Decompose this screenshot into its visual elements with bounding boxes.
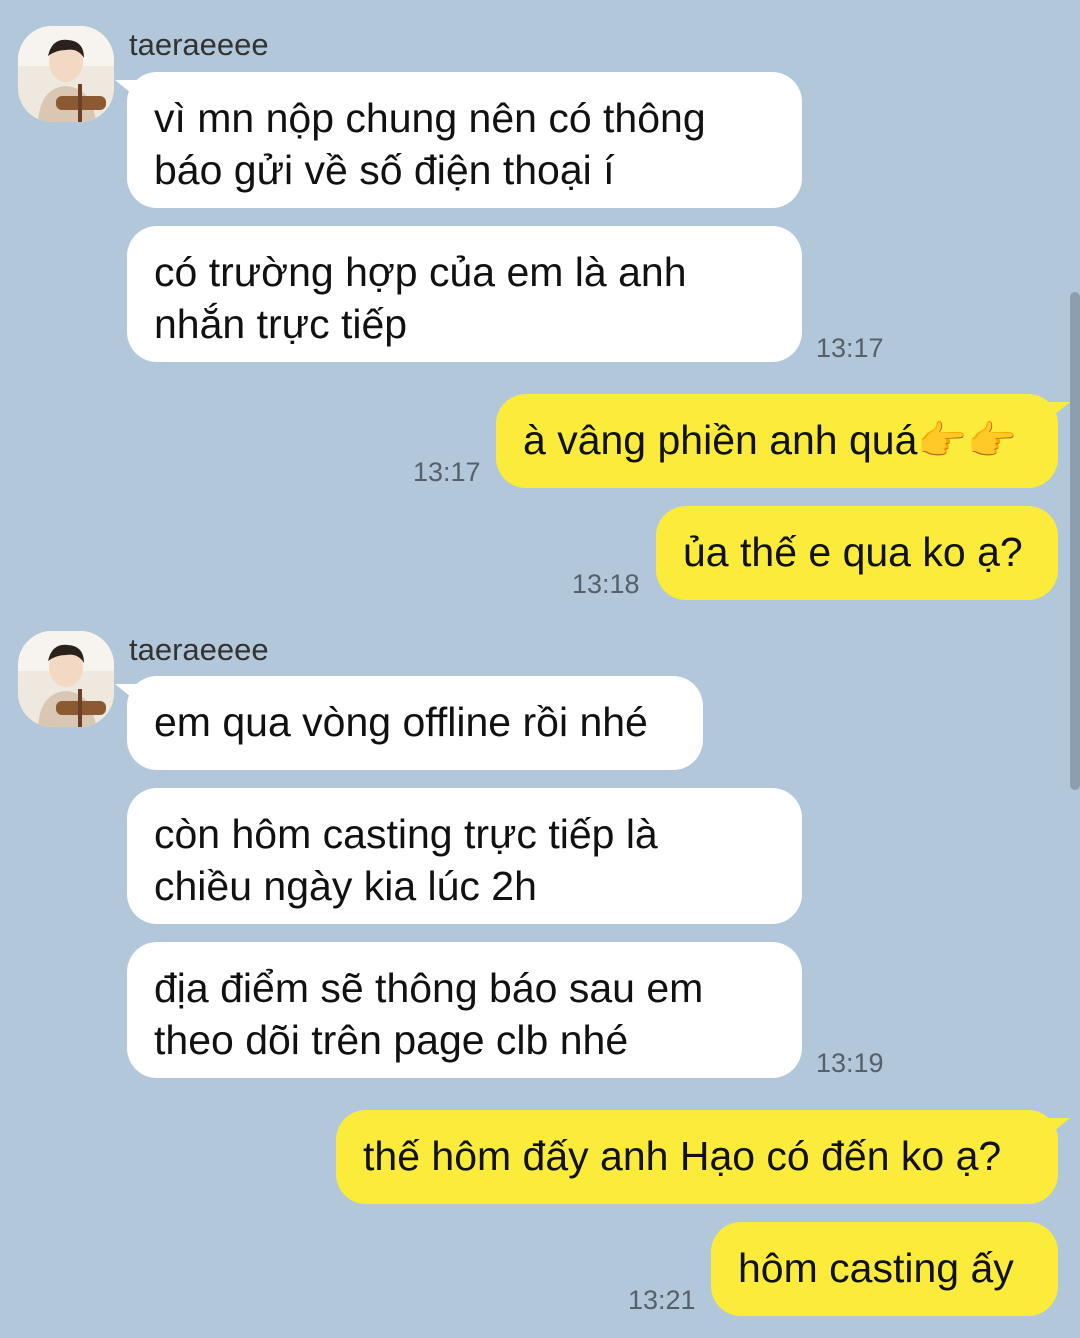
avatar-photo bbox=[18, 631, 114, 727]
sender-name: taeraeeee bbox=[129, 632, 269, 667]
message-timestamp: 13:19 bbox=[816, 1048, 884, 1078]
message-bubble-outgoing[interactable]: hôm casting ấy bbox=[711, 1222, 1058, 1316]
message-bubble-incoming[interactable]: vì mn nộp chung nên có thông báo gửi về … bbox=[115, 72, 802, 208]
message-timestamp: 13:17 bbox=[816, 333, 884, 363]
message-line: còn hôm casting trực tiếp là bbox=[154, 811, 658, 857]
message-text: thế hôm đấy anh Hạo có đến ko ạ? bbox=[363, 1133, 1002, 1179]
avatar[interactable] bbox=[18, 26, 114, 122]
message-bubble-outgoing[interactable]: thế hôm đấy anh Hạo có đến ko ạ? bbox=[336, 1110, 1070, 1204]
message-bubble-incoming[interactable]: em qua vòng offline rồi nhé bbox=[115, 676, 703, 770]
message-timestamp: 13:18 bbox=[572, 569, 640, 599]
message-timestamp: 13:21 bbox=[628, 1285, 696, 1315]
message-line: địa điểm sẽ thông báo sau em bbox=[154, 965, 704, 1011]
sender-name: taeraeeee bbox=[129, 27, 269, 62]
message-line: nhắn trực tiếp bbox=[154, 301, 408, 347]
message-line: em qua vòng offline rồi nhé bbox=[154, 699, 648, 745]
message-bubble-outgoing[interactable]: ủa thế e qua ko ạ? bbox=[656, 506, 1058, 600]
pointing-hand-emoji: 👉👉 bbox=[917, 419, 1018, 463]
message-line: vì mn nộp chung nên có thông bbox=[154, 95, 706, 141]
avatar-photo bbox=[18, 26, 114, 122]
message-bubble-outgoing[interactable]: à vâng phiền anh quá👉👉 bbox=[496, 394, 1070, 488]
message-bubble-incoming[interactable]: có trường hợp của em là anh nhắn trực ti… bbox=[127, 226, 802, 362]
message-text: ủa thế e qua ko ạ? bbox=[683, 529, 1023, 575]
message-bubble-incoming[interactable]: địa điểm sẽ thông báo sau em theo dõi tr… bbox=[127, 942, 802, 1078]
message-timestamp: 13:17 bbox=[413, 457, 481, 487]
message-line: báo gửi về số điện thoại í bbox=[154, 147, 615, 193]
message-text: à vâng phiền anh quá bbox=[523, 417, 918, 463]
message-bubble-incoming[interactable]: còn hôm casting trực tiếp là chiều ngày … bbox=[127, 788, 802, 924]
message-line: có trường hợp của em là anh bbox=[154, 249, 687, 295]
message-line: theo dõi trên page clb nhé bbox=[154, 1017, 629, 1063]
avatar[interactable] bbox=[18, 631, 114, 727]
message-line: chiều ngày kia lúc 2h bbox=[154, 863, 537, 909]
scrollbar[interactable] bbox=[1070, 292, 1080, 790]
message-text: hôm casting ấy bbox=[738, 1245, 1014, 1291]
